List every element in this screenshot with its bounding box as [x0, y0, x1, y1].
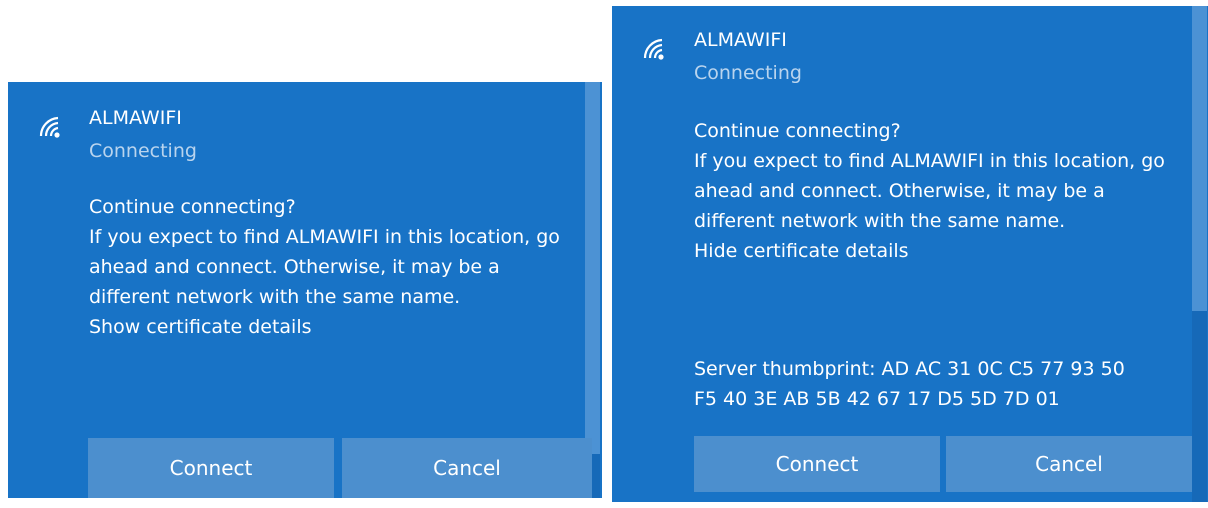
network-warning-text: If you expect to find ALMAWIFI in this l… — [694, 150, 1165, 232]
hide-certificate-details-link[interactable]: Hide certificate details — [694, 236, 909, 266]
cancel-button[interactable]: Cancel — [342, 438, 592, 498]
connect-message: Continue connecting? If you expect to fi… — [694, 116, 1174, 266]
thumbprint-line-2: F5 40 3E AB 5B 42 67 17 D5 5D 7D 01 — [694, 388, 1060, 410]
continue-prompt: Continue connecting? — [694, 120, 901, 142]
scrollbar-thumb[interactable] — [585, 82, 600, 454]
wifi-connect-dialog-collapsed: ALMAWIFI Connecting Continue connecting?… — [8, 82, 602, 498]
connection-status: Connecting — [694, 62, 802, 84]
scrollbar-thumb[interactable] — [1192, 6, 1207, 311]
connect-button[interactable]: Connect — [88, 438, 334, 498]
thumbprint-line-1: Server thumbprint: AD AC 31 0C C5 77 93 … — [694, 358, 1125, 380]
show-certificate-details-link[interactable]: Show certificate details — [89, 312, 312, 342]
continue-prompt: Continue connecting? — [89, 196, 296, 218]
network-name: ALMAWIFI — [89, 107, 182, 129]
server-thumbprint: Server thumbprint: AD AC 31 0C C5 77 93 … — [694, 354, 1184, 414]
connect-message: Continue connecting? If you expect to fi… — [89, 192, 569, 342]
connect-button[interactable]: Connect — [694, 436, 940, 492]
wifi-signal-icon — [39, 116, 60, 138]
scrollbar[interactable] — [1192, 6, 1207, 502]
network-warning-text: If you expect to find ALMAWIFI in this l… — [89, 226, 560, 308]
scrollbar[interactable] — [585, 82, 600, 498]
connection-status: Connecting — [89, 140, 197, 162]
cancel-button[interactable]: Cancel — [946, 436, 1192, 492]
wifi-connect-dialog-expanded: ALMAWIFI Connecting Continue connecting?… — [612, 6, 1208, 502]
network-name: ALMAWIFI — [694, 29, 787, 51]
wifi-signal-icon — [643, 38, 664, 60]
